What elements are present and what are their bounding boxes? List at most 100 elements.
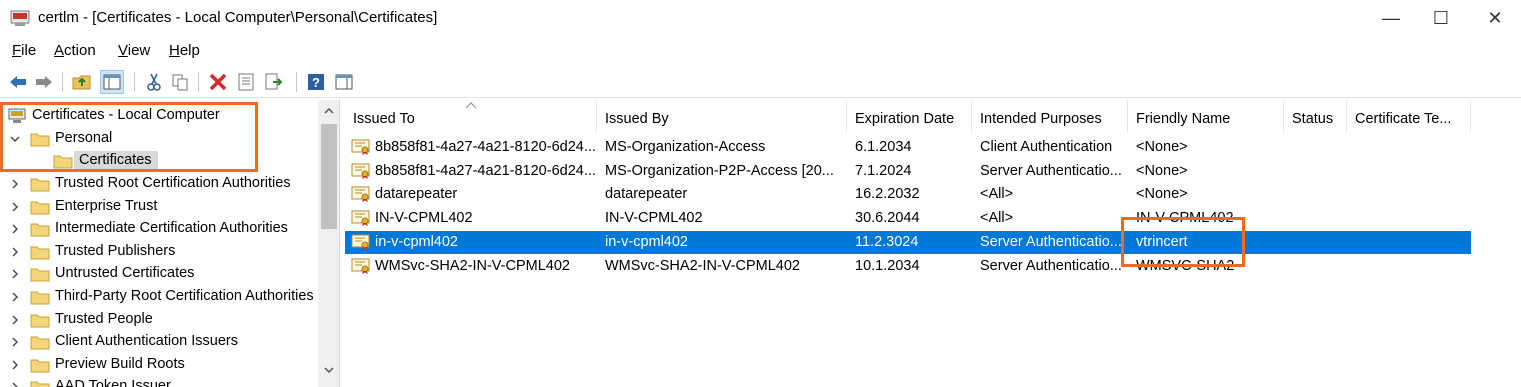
cell-friendly-name: <None> — [1136, 162, 1188, 179]
cell-friendly-name: WMSVC-SHA2 — [1136, 257, 1235, 274]
back-arrow-icon[interactable] — [6, 70, 30, 94]
close-button[interactable]: ✕ — [1470, 0, 1520, 36]
folder-icon — [53, 155, 73, 169]
cell-expiration-date: 6.1.2034 — [855, 139, 912, 155]
tree-item-personal[interactable]: Personal — [0, 128, 318, 150]
cell-issued-by: WMSvc-SHA2-IN-V-CPML402 — [605, 257, 800, 274]
cell-expiration-date: 30.6.2044 — [855, 210, 920, 227]
help-icon[interactable]: ? — [304, 70, 328, 94]
folder-icon — [30, 291, 50, 305]
chevron-right-icon[interactable] — [9, 222, 21, 236]
computer-certificates-icon — [8, 108, 26, 123]
table-row[interactable]: datarepeater datarepeater 16.2.2032 <All> <N… — [345, 183, 1471, 206]
cell-issued-to: WMSvc-SHA2-IN-V-CPML402 — [375, 257, 570, 274]
certificate-icon — [351, 258, 370, 274]
table-row[interactable]: 8b858f81-4a27-4a21-8120-6d24... MS-Organi… — [345, 136, 1471, 159]
tree-item-store[interactable]: Client Authentication Issuers — [0, 331, 318, 353]
tree-label-store: Client Authentication Issuers — [55, 333, 238, 350]
cell-issued-to: datarepeater — [375, 186, 458, 203]
sort-ascending-icon — [465, 102, 477, 109]
menu-help[interactable]: Help — [169, 42, 200, 59]
cell-issued-to: 8b858f81-4a27-4a21-8120-6d24... — [375, 139, 595, 155]
delete-icon[interactable] — [206, 70, 230, 94]
cell-expiration-date: 10.1.2034 — [855, 257, 920, 274]
table-row[interactable]: WMSvc-SHA2-IN-V-CPML402 WMSvc-SHA2-IN-V-C… — [345, 255, 1471, 278]
chevron-right-icon[interactable] — [9, 177, 21, 191]
chevron-right-icon[interactable] — [9, 335, 21, 349]
cell-intended-purposes: Server Authenticatio... — [980, 257, 1122, 274]
folder-icon — [30, 178, 50, 192]
export-list-icon[interactable] — [262, 70, 286, 94]
toolbar-separator — [62, 72, 63, 92]
chevron-right-icon[interactable] — [9, 358, 21, 372]
column-status[interactable]: Status — [1284, 100, 1347, 132]
action-pane-icon[interactable] — [332, 70, 356, 94]
tree-scrollbar[interactable] — [318, 100, 339, 387]
table-row[interactable]: in-v-cpml402 in-v-cpml402 11.2.3024 Server … — [345, 230, 1471, 254]
tree-label-store: Trusted People — [55, 310, 153, 327]
column-intended-purposes[interactable]: Intended Purposes — [972, 100, 1128, 132]
tree-item-store[interactable]: Trusted Publishers — [0, 241, 318, 263]
tree-item-root[interactable]: Certificates - Local Computer — [0, 105, 318, 127]
menu-action[interactable]: Action — [54, 42, 96, 59]
tree-label-store: Preview Build Roots — [55, 355, 185, 372]
chevron-down-icon[interactable] — [9, 132, 21, 146]
menu-bar: File Action View Help — [0, 38, 1521, 64]
menu-view[interactable]: View — [118, 42, 150, 59]
tree-label-store: AAD Token Issuer — [55, 378, 171, 387]
cell-issued-by: IN-V-CPML402 — [605, 210, 703, 227]
scrollbar-thumb[interactable] — [321, 124, 337, 229]
certificate-icon — [351, 210, 370, 227]
chevron-right-icon[interactable] — [9, 313, 21, 327]
cell-issued-to: IN-V-CPML402 — [375, 210, 473, 227]
tree-item-store[interactable]: Untrusted Certificates — [0, 263, 318, 285]
cell-intended-purposes: Server Authenticatio... — [980, 233, 1122, 250]
toolbar-separator — [296, 72, 297, 92]
chevron-right-icon[interactable] — [9, 380, 21, 387]
tree-label-personal: Personal — [55, 130, 113, 146]
tree-label-store: Enterprise Trust — [55, 197, 158, 214]
scroll-down-icon[interactable] — [323, 365, 335, 375]
table-row[interactable]: 8b858f81-4a27-4a21-8120-6d24... MS-Organi… — [345, 160, 1471, 183]
cell-issued-to: 8b858f81-4a27-4a21-8120-6d24... — [375, 162, 595, 179]
show-hide-tree-icon[interactable] — [100, 70, 124, 94]
cell-intended-purposes: <All> — [980, 210, 1014, 227]
column-expiration-date[interactable]: Expiration Date — [847, 100, 972, 132]
forward-arrow-icon[interactable] — [32, 70, 56, 94]
menu-file[interactable]: File — [12, 42, 36, 59]
tree-item-store[interactable]: Intermediate Certification Authorities — [0, 218, 318, 240]
folder-icon — [30, 359, 50, 373]
properties-icon[interactable] — [234, 70, 258, 94]
copy-icon[interactable] — [168, 70, 192, 94]
cut-icon[interactable] — [142, 70, 166, 94]
column-friendly-name[interactable]: Friendly Name — [1128, 100, 1284, 132]
svg-text:?: ? — [312, 75, 320, 90]
scroll-up-icon[interactable] — [323, 106, 335, 116]
column-certificate-template[interactable]: Certificate Te... — [1347, 100, 1471, 132]
tree-item-store[interactable]: Trusted People — [0, 309, 318, 331]
cell-intended-purposes: Server Authenticatio... — [980, 162, 1122, 179]
column-issued-to[interactable]: Issued To — [345, 100, 597, 132]
certificate-icon — [351, 186, 370, 203]
up-folder-icon[interactable] — [70, 70, 94, 94]
tree-item-store[interactable]: Third-Party Root Certification Authoriti… — [0, 286, 318, 308]
minimize-button[interactable]: — — [1366, 0, 1416, 36]
toolbar-separator — [198, 72, 199, 92]
tree-item-store[interactable]: Enterprise Trust — [0, 196, 318, 218]
folder-icon — [30, 223, 50, 237]
maximize-button[interactable]: ☐ — [1416, 0, 1466, 36]
chevron-right-icon[interactable] — [9, 267, 21, 281]
chevron-right-icon[interactable] — [9, 200, 21, 214]
table-row[interactable]: IN-V-CPML402 IN-V-CPML402 30.6.2044 <All> IN… — [345, 207, 1471, 230]
certificate-console-icon — [10, 10, 30, 26]
folder-icon — [30, 133, 50, 147]
tree-label-store: Trusted Root Certification Authorities — [55, 175, 291, 191]
tree-item-store[interactable]: AAD Token Issuer — [0, 376, 318, 387]
cell-issued-by: MS-Organization-Access — [605, 139, 766, 155]
chevron-right-icon[interactable] — [9, 290, 21, 304]
tree-item-store[interactable]: Preview Build Roots — [0, 354, 318, 376]
tree-item-store[interactable]: Trusted Root Certification Authorities — [0, 173, 318, 195]
chevron-right-icon[interactable] — [9, 245, 21, 259]
column-issued-by[interactable]: Issued By — [597, 100, 847, 132]
tree-item-certificates[interactable]: Certificates — [0, 150, 318, 172]
